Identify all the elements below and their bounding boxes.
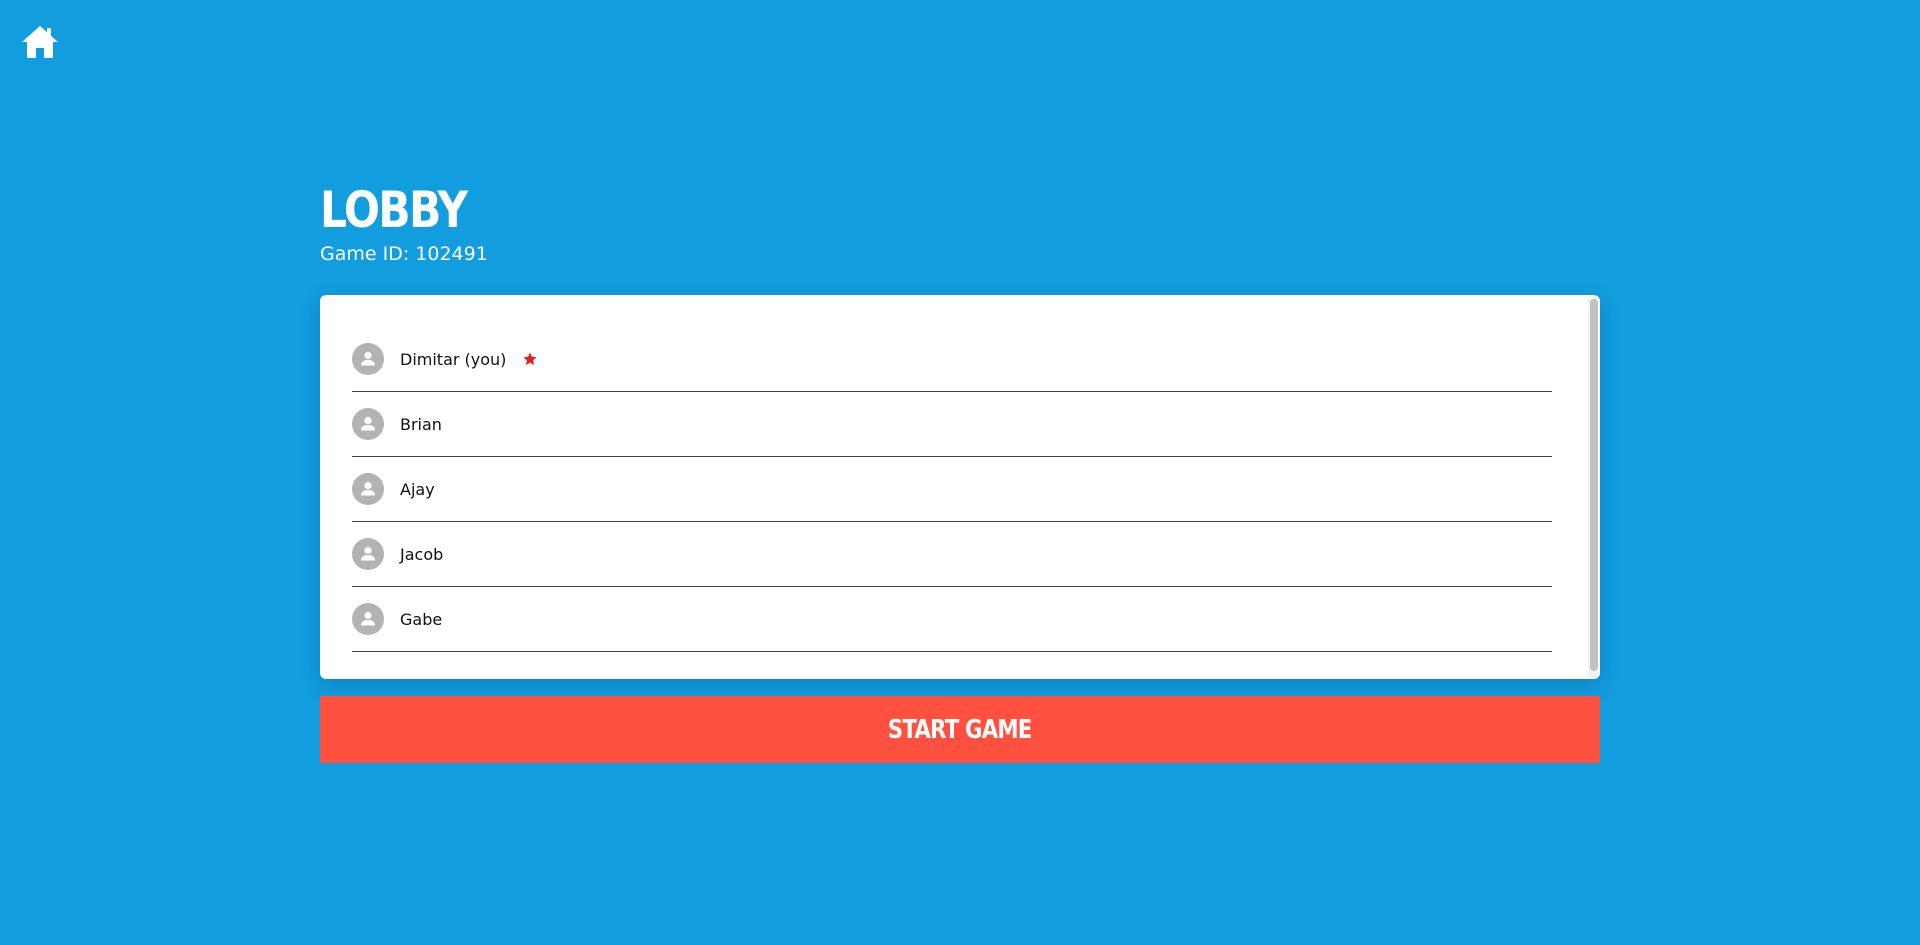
- scrollbar[interactable]: [1588, 297, 1598, 677]
- scrollbar-thumb[interactable]: [1590, 299, 1598, 671]
- user-avatar-icon: [352, 538, 384, 570]
- player-name: Jacob: [400, 544, 444, 564]
- player-list-panel[interactable]: Dimitar (you) Brian Ajay Jacob Gabe: [320, 295, 1600, 679]
- player-row: Dimitar (you): [352, 327, 1552, 392]
- page-title: LOBBY: [320, 181, 468, 239]
- host-star-icon: [522, 351, 538, 367]
- player-row: Jacob: [352, 522, 1552, 587]
- home-icon: [22, 26, 58, 58]
- player-name: Brian: [400, 414, 442, 434]
- player-name: Dimitar (you): [400, 349, 507, 369]
- player-name: Ajay: [400, 479, 435, 499]
- user-avatar-icon: [352, 603, 384, 635]
- user-avatar-icon: [352, 343, 384, 375]
- player-row: Brian: [352, 392, 1552, 457]
- lobby-header: LOBBY Game ID: 102491: [320, 180, 492, 266]
- player-list: Dimitar (you) Brian Ajay Jacob Gabe: [352, 327, 1552, 652]
- player-name: Gabe: [400, 609, 443, 629]
- player-row: Gabe: [352, 587, 1552, 652]
- player-row: Ajay: [352, 457, 1552, 522]
- home-button[interactable]: [20, 24, 60, 60]
- start-game-label: START GAME: [888, 714, 1033, 745]
- user-avatar-icon: [352, 408, 384, 440]
- game-id-label: Game ID: 102491: [320, 243, 488, 265]
- start-game-button[interactable]: START GAME: [320, 696, 1600, 763]
- user-avatar-icon: [352, 473, 384, 505]
